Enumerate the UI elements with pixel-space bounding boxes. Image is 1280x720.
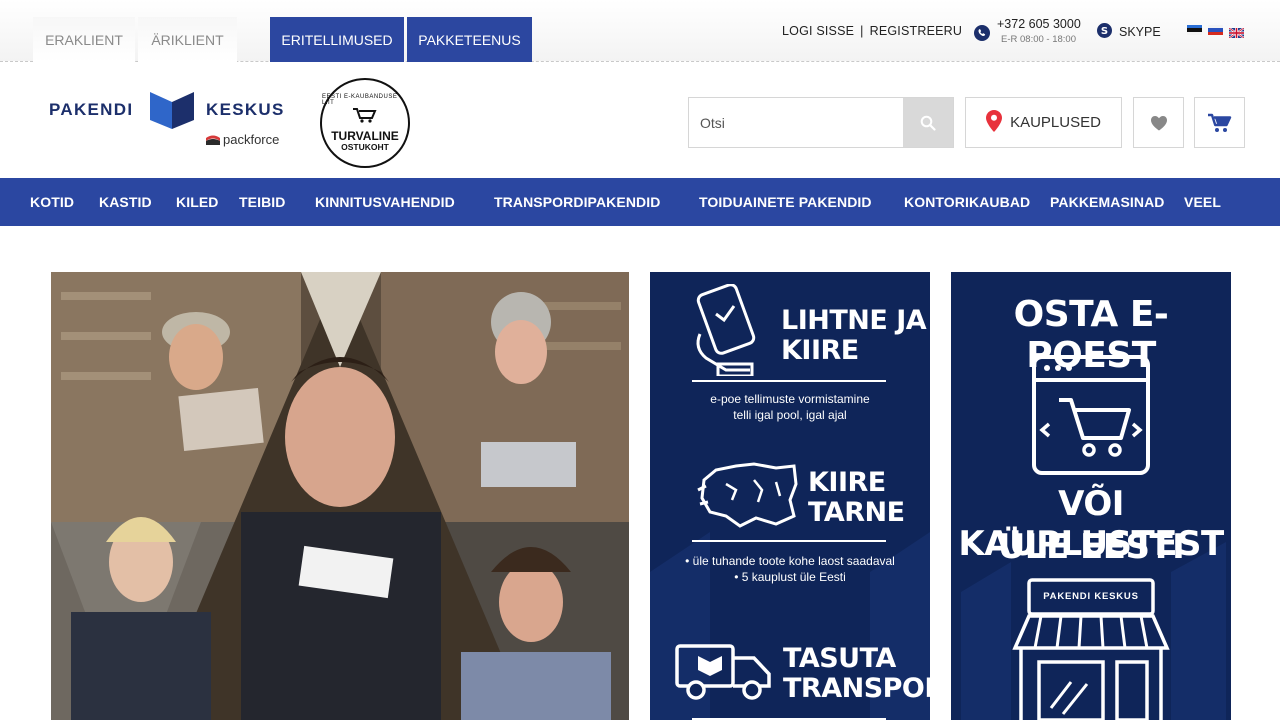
logo-word-pakendi: PAKENDI [49, 100, 134, 119]
search-icon [920, 115, 936, 131]
promo-panel-shop[interactable]: OSTA E-POEST VÕI KAUPLUSTEST ÜLE EESTI P… [951, 272, 1231, 720]
promo-panel-features[interactable]: LIHTNE JA KIIRE e-poe tellimuste vormist… [650, 272, 930, 720]
nav-item-kastid[interactable]: KASTID [99, 194, 152, 210]
flag-estonia-icon[interactable] [1187, 25, 1202, 35]
badge-main-2: OSTUKOHT [341, 142, 389, 152]
nav-item-kotid[interactable]: KOTID [30, 194, 74, 210]
nav-item-kiled[interactable]: KILED [176, 194, 219, 210]
promo1-heading-3a: TASUTA [783, 643, 896, 674]
packforce-label: packforce [223, 132, 280, 147]
nav-item-teibid[interactable]: TEIBID [239, 194, 286, 210]
promo1-heading-2b: TARNE [808, 497, 905, 528]
register-link[interactable]: REGISTREERU [870, 24, 963, 38]
nav-item-kontorikaubad[interactable]: KONTORIKAUBAD [904, 194, 1030, 210]
tab-eraklient[interactable]: ERAKLIENT [33, 17, 135, 62]
packforce-logo: packforce [206, 132, 279, 147]
badge-main-1: TURVALINE [331, 129, 399, 143]
delivery-truck-icon [674, 640, 774, 709]
promo2-line-2: ÜLE EESTI [997, 527, 1185, 567]
badge-cart-icon [352, 107, 378, 128]
search-input[interactable] [689, 98, 903, 147]
promo1-sub-2b: • 5 kauplust üle Eesti [734, 570, 846, 584]
search-bar [688, 97, 954, 148]
storefront-sign: PAKENDI KESKUS [1043, 591, 1139, 602]
heart-icon [1150, 115, 1167, 130]
nav-item-transpordipakendid[interactable]: TRANSPORDIPAKENDID [494, 194, 660, 210]
promo1-heading-2a: KIIRE [808, 467, 886, 498]
estonia-map-icon [696, 460, 800, 535]
tab-ariklient[interactable]: ÄRIKLIENT [138, 17, 237, 62]
skype-icon: S [1097, 23, 1112, 41]
login-link[interactable]: LOGI SISSE [782, 24, 854, 38]
stores-button[interactable]: KAUPLUSED [965, 97, 1122, 148]
top-bar: ERAKLIENT ÄRIKLIENT ERITELLIMUSED PAKKET… [0, 0, 1280, 62]
main-nav: KOTID KASTID KILED TEIBID KINNITUSVAHEND… [0, 178, 1280, 226]
phone-contact[interactable]: +372 605 3000 E-R 08:00 - 18:00 [974, 17, 1081, 46]
skype-link[interactable]: S SKYPE [1097, 23, 1161, 41]
promo1-sub-1a: e-poe tellimuste vormistamine [710, 392, 870, 406]
badge-top-text: EESTI E-KAUBANDUSE LIIT [322, 94, 398, 106]
browser-cart-icon [1031, 354, 1151, 481]
promo1-sub-1b: telli igal pool, igal ajal [733, 408, 847, 422]
phone-icon [974, 25, 990, 46]
link-separator: | [860, 24, 864, 38]
cart-button[interactable] [1194, 97, 1245, 148]
promo1-heading-1b: KIIRE [781, 335, 859, 366]
trusted-shop-badge[interactable]: EESTI E-KAUBANDUSE LIIT TURVALINE OSTUKO… [320, 78, 410, 168]
divider [692, 380, 886, 382]
promo1-heading-1a: LIHTNE JA [781, 305, 927, 336]
wishlist-button[interactable] [1133, 97, 1184, 148]
skype-label: SKYPE [1119, 25, 1161, 39]
nav-item-toiduainete-pakendid[interactable]: TOIDUAINETE PAKENDID [699, 194, 872, 210]
nav-item-kinnitusvahendid[interactable]: KINNITUSVAHENDID [315, 194, 455, 210]
cart-icon [1207, 113, 1231, 132]
divider [692, 540, 886, 542]
promo1-sub-2a: • üle tuhande toote kohe laost saadaval [685, 554, 895, 568]
flag-uk-icon[interactable] [1228, 25, 1245, 39]
hero-banner-image[interactable] [51, 272, 629, 720]
account-links: LOGI SISSE | REGISTREERU [782, 24, 962, 38]
tab-pakketeenus[interactable]: PAKKETEENUS [407, 17, 532, 62]
logo-word-keskus: KESKUS [206, 100, 285, 119]
svg-text:S: S [1101, 26, 1108, 37]
language-switcher [1187, 25, 1245, 39]
nav-item-veel[interactable]: VEEL [1184, 194, 1221, 210]
packforce-icon [206, 135, 220, 145]
nav-item-pakkemasinad[interactable]: PAKKEMASINAD [1050, 194, 1165, 210]
phone-hand-icon [692, 283, 764, 381]
search-button[interactable] [903, 98, 953, 147]
promo1-heading-3b: TRANSPORT [783, 673, 930, 704]
map-pin-icon [986, 109, 1003, 136]
flag-russia-icon[interactable] [1208, 25, 1223, 35]
tab-eritellimused[interactable]: ERITELLIMUSED [270, 17, 404, 62]
logo-box-icon [149, 90, 195, 135]
opening-hours: E-R 08:00 - 18:00 [1001, 34, 1076, 45]
phone-number[interactable]: +372 605 3000 [997, 17, 1081, 31]
stores-label: KAUPLUSED [1010, 114, 1101, 131]
site-header: PAKENDI KESKUS packforce EESTI E-KAUBAND… [0, 62, 1280, 178]
